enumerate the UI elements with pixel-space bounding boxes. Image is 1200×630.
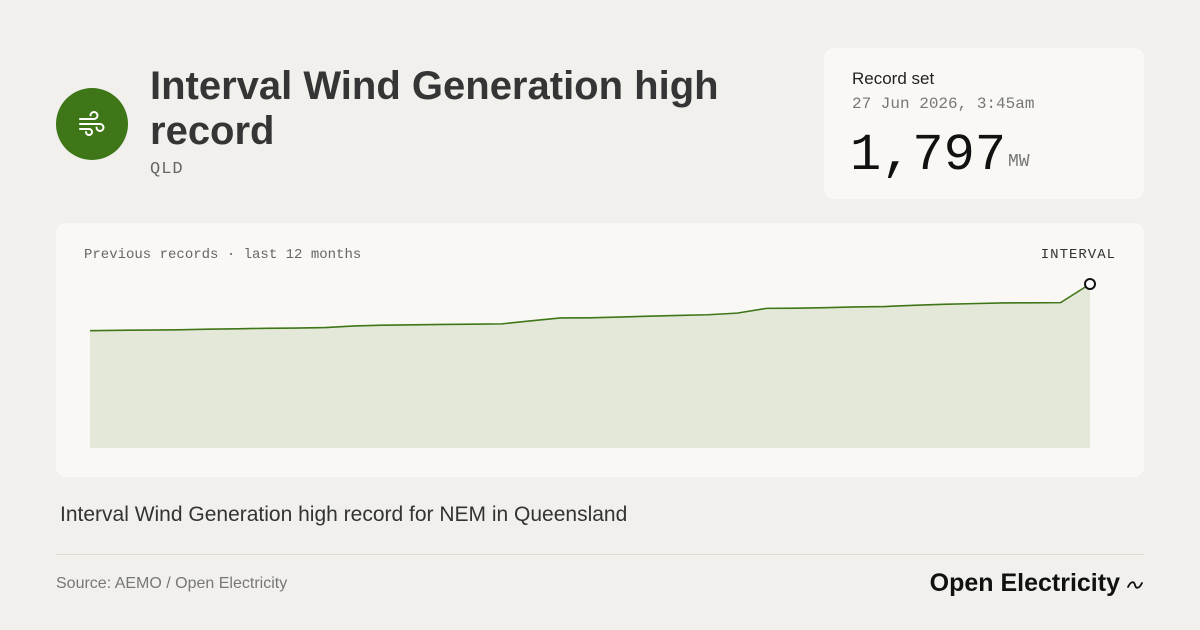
chart-card: Previous records · last 12 months INTERV… — [56, 223, 1144, 477]
wave-icon — [1126, 569, 1144, 598]
source-text: Source: AEMO / Open Electricity — [56, 575, 288, 592]
latest-record-point — [1084, 278, 1096, 290]
wind-icon — [56, 88, 128, 160]
region-label: QLD — [150, 160, 184, 179]
record-description: Interval Wind Generation high record for… — [60, 503, 628, 526]
brand-name: Open Electricity — [929, 569, 1120, 597]
chart-area — [90, 284, 1090, 448]
record-value: 1,797 — [850, 126, 1007, 185]
brand-logo: Open Electricity — [930, 569, 1144, 598]
record-unit: MW — [1008, 152, 1030, 172]
footer-divider — [56, 554, 1144, 555]
record-date: 27 Jun 2026, 3:45am — [852, 95, 1035, 113]
page-title: Interval Wind Generation high record — [150, 64, 719, 153]
chart-subtitle: Previous records · last 12 months — [84, 247, 362, 263]
record-label: Record set — [852, 69, 935, 88]
chart-period-label: INTERVAL — [1040, 247, 1116, 263]
record-card: Record set 27 Jun 2026, 3:45am 1,797 MW — [824, 48, 1144, 199]
